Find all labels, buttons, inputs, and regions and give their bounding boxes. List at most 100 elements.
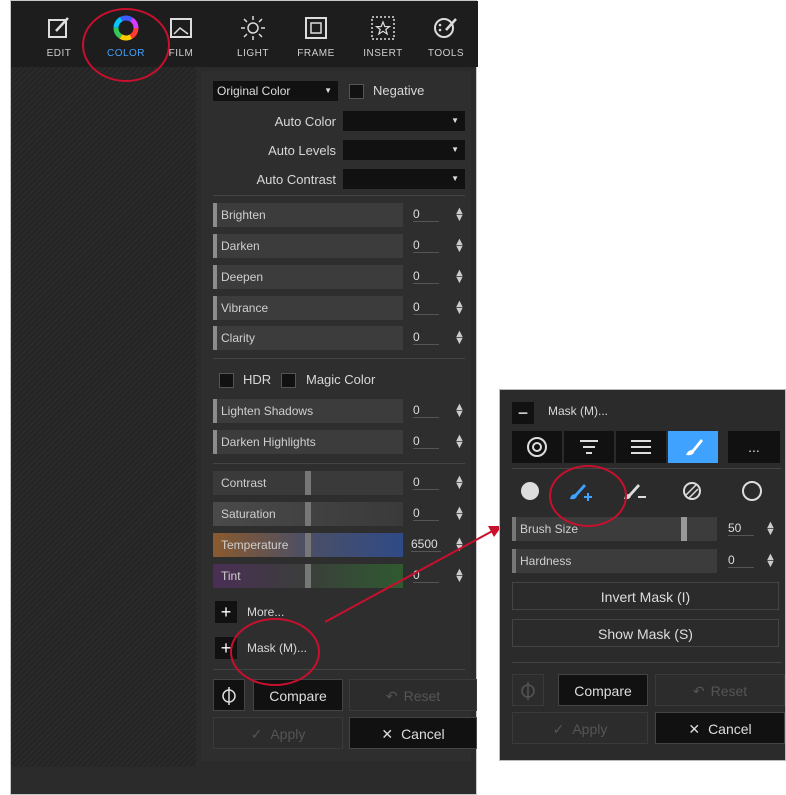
color-panel: Original Color ▼ Negative Auto Color ▼ A… [201, 71, 477, 761]
darken-highlights-slider[interactable]: Darken Highlights [213, 430, 403, 454]
tab-frame[interactable]: FRAME [286, 1, 346, 67]
tint-slider[interactable]: Tint [213, 564, 403, 588]
darken-slider[interactable]: Darken [213, 234, 403, 258]
mask-label[interactable]: Mask (M)... [247, 641, 307, 655]
gradient-mask-button[interactable] [564, 431, 614, 463]
spinner-icon[interactable]: ▲ ▼ [765, 552, 776, 570]
apply-button[interactable]: ✓ Apply [213, 717, 343, 749]
hdr-label: HDR [243, 372, 272, 387]
spinner-icon[interactable]: ▲ ▼ [454, 329, 465, 347]
hardness-value[interactable]: 0 [728, 553, 754, 568]
spinner-icon[interactable]: ▲ ▼ [454, 505, 465, 523]
saturation-slider[interactable]: Saturation [213, 502, 403, 526]
slider-knob[interactable] [305, 502, 311, 526]
darken-value[interactable]: 0 [413, 238, 439, 253]
add-brush-button[interactable] [558, 475, 602, 507]
compare-button[interactable]: Compare [558, 674, 648, 706]
deepen-slider[interactable]: Deepen [213, 265, 403, 289]
tab-insert[interactable]: INSERT [353, 1, 413, 67]
tools-icon [434, 18, 457, 38]
auto-color-select[interactable]: ▼ [343, 111, 465, 131]
cancel-button[interactable]: ✕ Cancel [655, 712, 785, 744]
spinner-icon[interactable]: ▲ ▼ [454, 536, 465, 554]
divider [512, 662, 782, 663]
clarity-value[interactable]: 0 [413, 330, 439, 345]
brighten-slider[interactable]: Brighten [213, 203, 403, 227]
contrast-slider[interactable]: Contrast [213, 471, 403, 495]
divider [213, 669, 465, 670]
hdr-checkbox[interactable] [219, 373, 234, 388]
lighten-shadows-value[interactable]: 0 [413, 403, 439, 418]
compare-button[interactable]: Compare [253, 679, 343, 711]
spinner-icon[interactable]: ▲ ▼ [765, 520, 776, 538]
temperature-value[interactable]: 6500 [411, 537, 441, 552]
slider-knob[interactable] [305, 533, 311, 557]
spinner-icon[interactable]: ▲ ▼ [454, 299, 465, 317]
mask-title: Mask (M)... [548, 404, 608, 418]
cancel-label: Cancel [708, 721, 752, 737]
contrast-value[interactable]: 0 [413, 475, 439, 490]
auto-levels-select[interactable]: ▼ [343, 140, 465, 160]
auto-contrast-select[interactable]: ▼ [343, 169, 465, 189]
lighten-shadows-slider[interactable]: Lighten Shadows [213, 399, 403, 423]
tint-value[interactable]: 0 [413, 568, 439, 583]
brush-size-slider[interactable]: Brush Size [512, 517, 717, 541]
temperature-slider[interactable]: Temperature [213, 533, 403, 557]
vibrance-value[interactable]: 0 [413, 300, 439, 315]
more-label[interactable]: More... [247, 605, 284, 619]
slider-knob[interactable] [305, 564, 311, 588]
more-options-button[interactable]: ... [728, 431, 780, 463]
tab-film[interactable]: FILM [156, 1, 206, 67]
radial-mask-button[interactable] [512, 431, 562, 463]
tab-light[interactable]: LIGHT [223, 1, 283, 67]
invert-mask-button[interactable]: Invert Mask (I) [512, 582, 779, 610]
linear-mask-button[interactable] [616, 431, 666, 463]
darken-highlights-value[interactable]: 0 [413, 434, 439, 449]
magic-color-checkbox[interactable] [281, 373, 296, 388]
mask-collapse-button[interactable]: − [512, 402, 534, 424]
split-view-button[interactable] [213, 679, 245, 711]
tab-label: EDIT [46, 48, 72, 59]
deepen-value[interactable]: 0 [413, 269, 439, 284]
contrast-label: Contrast [221, 476, 267, 490]
reset-button[interactable]: ↶ Reset [349, 679, 477, 711]
insert-icon [371, 16, 395, 40]
negative-checkbox[interactable] [349, 84, 364, 99]
preset-select-value: Original Color [217, 84, 291, 98]
preset-select[interactable]: Original Color ▼ [213, 81, 338, 101]
mask-expand-button[interactable]: + [215, 637, 237, 659]
clarity-slider[interactable]: Clarity [213, 326, 403, 350]
reset-button[interactable]: ↶ Reset [655, 674, 785, 706]
spinner-icon[interactable]: ▲ ▼ [454, 237, 465, 255]
tab-edit[interactable]: EDIT [29, 1, 89, 67]
show-mask-button[interactable]: Show Mask (S) [512, 619, 779, 647]
vibrance-slider[interactable]: Vibrance [213, 296, 403, 320]
brush-shape-button[interactable] [512, 475, 548, 507]
brush-mask-button[interactable] [668, 431, 718, 463]
check-icon: ✓ [552, 721, 565, 737]
cancel-button[interactable]: ✕ Cancel [349, 717, 477, 749]
pattern-brush-button[interactable] [670, 475, 714, 507]
brush-size-value[interactable]: 50 [728, 521, 754, 536]
apply-button[interactable]: ✓ Apply [512, 712, 648, 744]
spinner-icon[interactable]: ▲ ▼ [454, 433, 465, 451]
tab-label: LIGHT [237, 48, 269, 59]
divider [512, 468, 782, 469]
slider-knob[interactable] [681, 517, 687, 541]
more-expand-button[interactable]: + [215, 601, 237, 623]
hardness-slider[interactable]: Hardness [512, 549, 717, 573]
spinner-icon[interactable]: ▲ ▼ [454, 402, 465, 420]
spinner-icon[interactable]: ▲ ▼ [454, 474, 465, 492]
slider-knob[interactable] [305, 471, 311, 495]
split-view-button[interactable] [512, 674, 544, 706]
spinner-icon[interactable]: ▲ ▼ [454, 268, 465, 286]
tab-tools[interactable]: TOOLS [416, 1, 476, 67]
spinner-icon[interactable]: ▲ ▼ [454, 206, 465, 224]
tab-color[interactable]: COLOR [96, 1, 156, 67]
erase-brush-button[interactable] [612, 475, 656, 507]
film-icon [170, 18, 192, 38]
saturation-value[interactable]: 0 [413, 506, 439, 521]
soft-brush-button[interactable] [730, 475, 774, 507]
brighten-value[interactable]: 0 [413, 207, 439, 222]
spinner-icon[interactable]: ▲ ▼ [454, 567, 465, 585]
